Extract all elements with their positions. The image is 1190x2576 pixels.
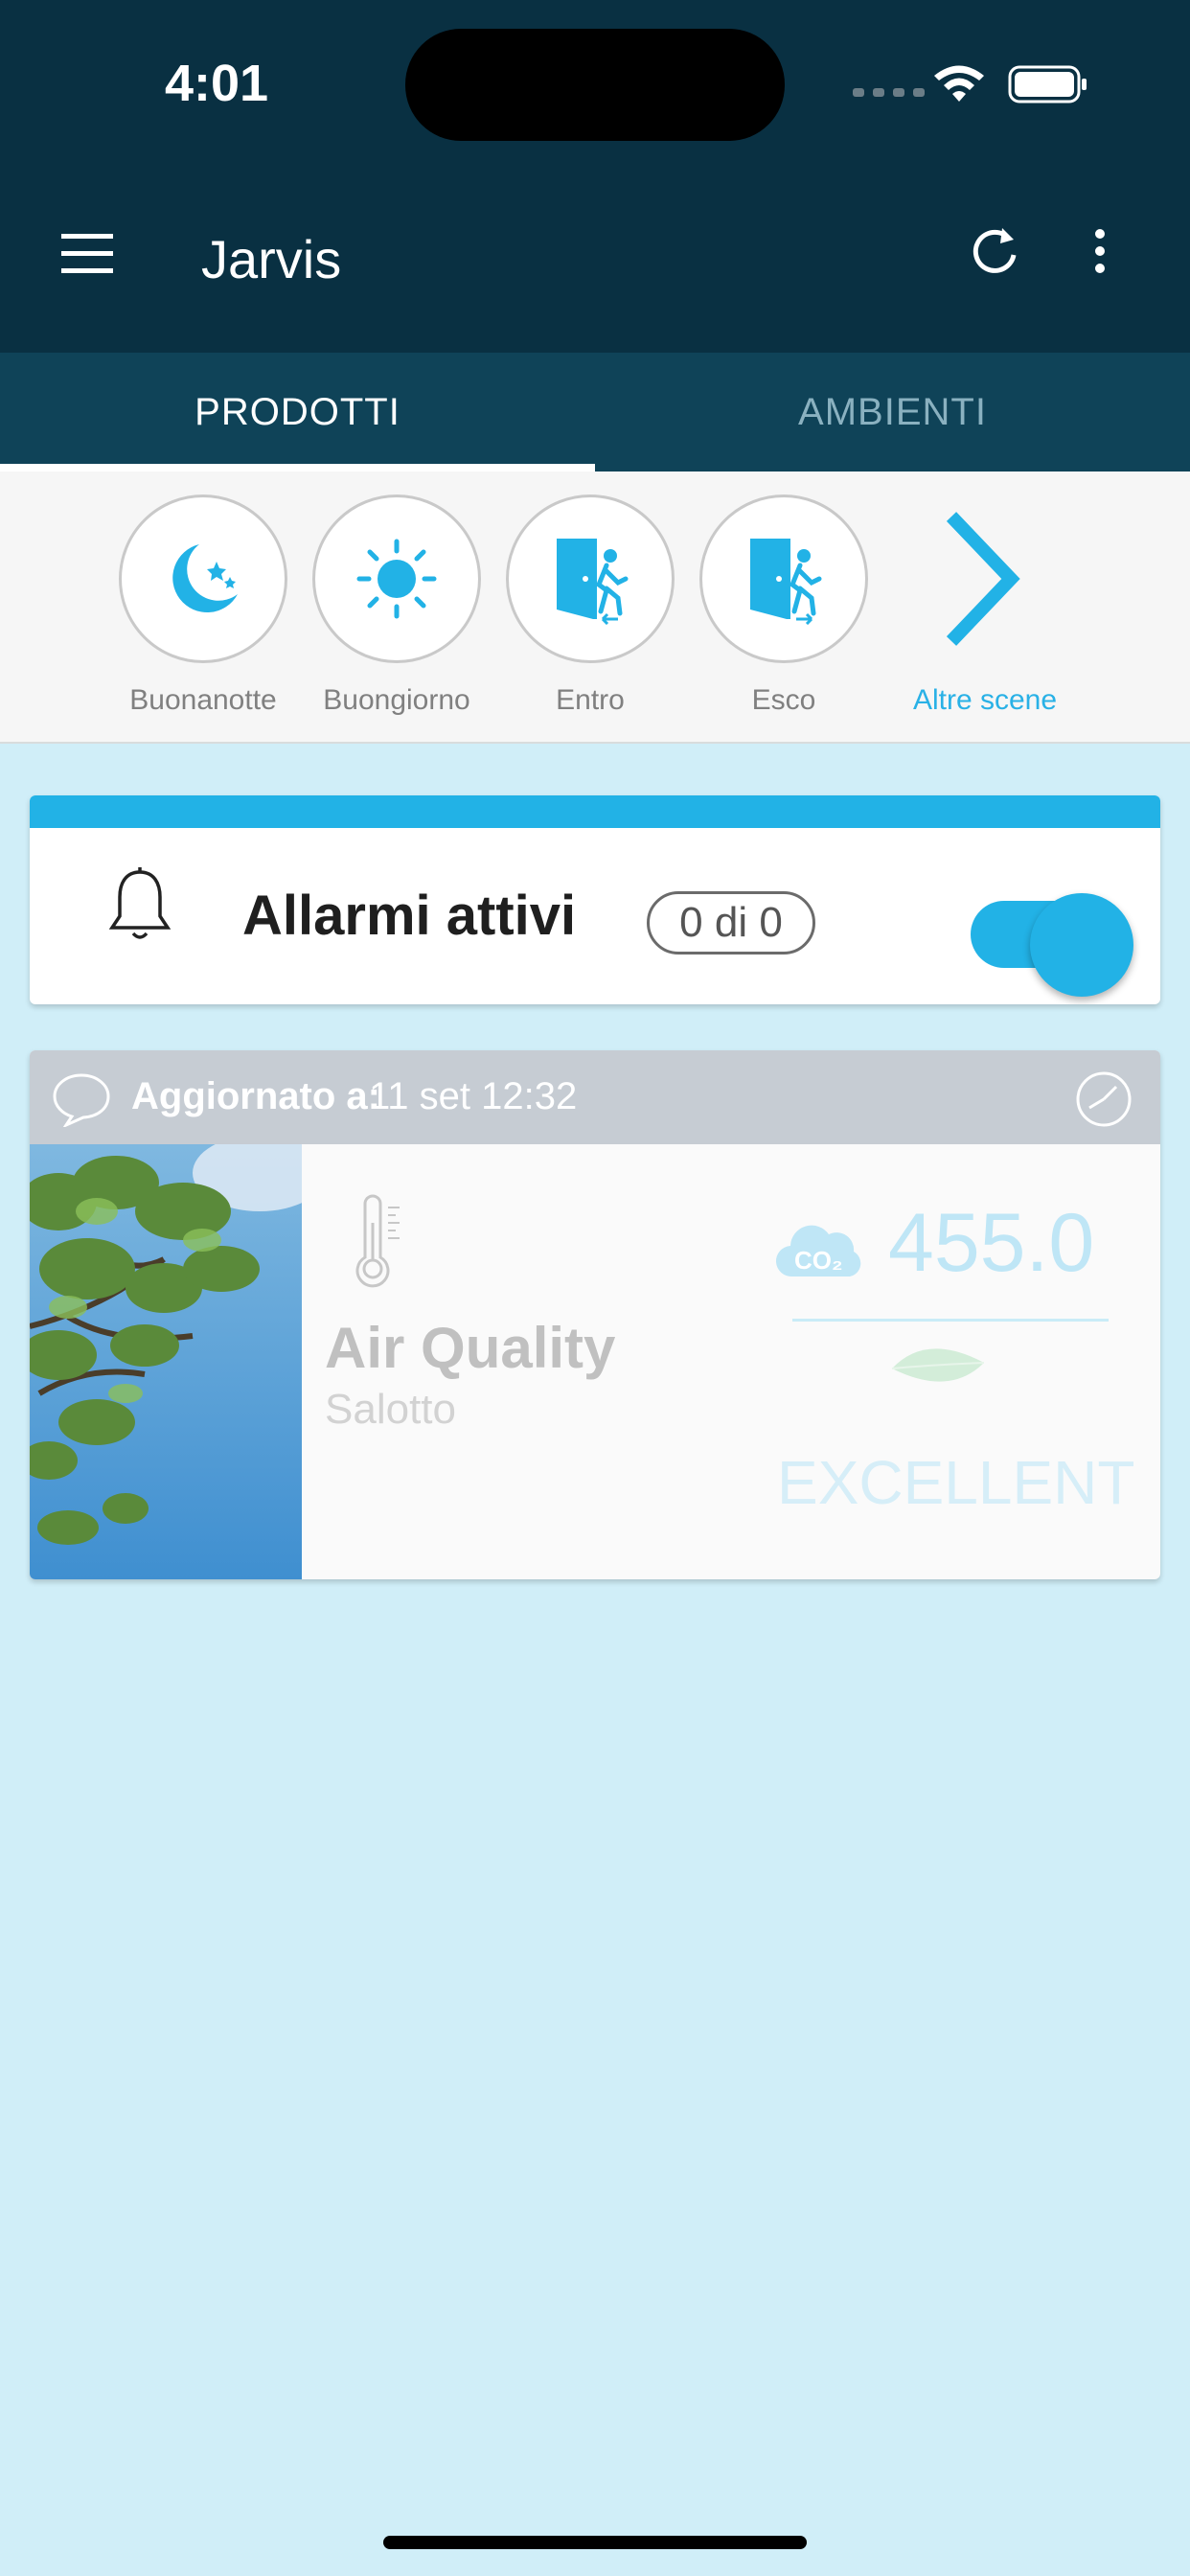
- more-options-icon[interactable]: [1083, 222, 1117, 280]
- co2-label: CO₂: [794, 1246, 843, 1275]
- home-indicator: [383, 2536, 807, 2549]
- device-name: Air Quality: [325, 1316, 616, 1380]
- more-scenes-button[interactable]: [901, 494, 1069, 663]
- scene-button[interactable]: [506, 494, 675, 663]
- chat-bubble-icon: [53, 1073, 110, 1127]
- scene-label: Buonanotte: [129, 684, 277, 716]
- co2-value: 455.0: [888, 1197, 1095, 1289]
- scene-esco[interactable]: Esco: [698, 494, 870, 717]
- updated-label: Aggiornato a:: [131, 1075, 380, 1117]
- updated-timestamp: 11 set 12:32: [369, 1075, 578, 1117]
- chevron-right-icon: [946, 512, 1020, 646]
- divider-line: [792, 1319, 1109, 1322]
- cellular-signal-icon: [853, 88, 925, 97]
- sun-icon: [356, 539, 437, 619]
- moon-stars-icon: [172, 544, 238, 613]
- status-time: 4:01: [165, 55, 269, 112]
- refresh-icon[interactable]: [966, 222, 1023, 280]
- alarms-title: Allarmi attivi: [242, 885, 577, 947]
- active-tab-indicator: [0, 464, 595, 472]
- toggle-knob: [1030, 893, 1133, 997]
- scene-label: Entro: [556, 684, 625, 716]
- tab-label: AMBIENTI: [798, 390, 987, 433]
- card-accent-stripe: [30, 795, 1160, 828]
- air-quality-status: EXCELLENT: [777, 1448, 1135, 1517]
- app-title: Jarvis: [201, 229, 342, 289]
- card-header: Aggiornato a: 11 set 12:32: [30, 1050, 1160, 1144]
- tab-ambienti[interactable]: AMBIENTI: [595, 353, 1190, 472]
- scene-button[interactable]: [699, 494, 868, 663]
- scene-button[interactable]: [119, 494, 287, 663]
- device-room: Salotto: [325, 1386, 456, 1433]
- room-photo-tree-image: [30, 1144, 302, 1579]
- leaf-icon: [891, 1348, 985, 1382]
- scenes-bar: Buonanotte Buongiorno Entro Esco Altre s…: [0, 472, 1190, 744]
- thermometer-icon: [355, 1194, 400, 1288]
- battery-icon: [1008, 65, 1087, 104]
- scene-label: Esco: [751, 684, 816, 716]
- scene-altre-scene[interactable]: Altre scene: [899, 494, 1071, 717]
- scene-buongiorno[interactable]: Buongiorno: [310, 494, 483, 717]
- clock-icon[interactable]: [1074, 1070, 1133, 1129]
- scene-entro[interactable]: Entro: [504, 494, 676, 717]
- tab-label: PRODOTTI: [195, 390, 400, 433]
- scene-buonanotte[interactable]: Buonanotte: [117, 494, 289, 717]
- alarms-count-badge: 0 di 0: [647, 891, 815, 954]
- app-header: 4:01 Jarvis: [0, 0, 1190, 353]
- scene-button[interactable]: [312, 494, 481, 663]
- scene-label: Buongiorno: [323, 684, 470, 716]
- alarms-toggle[interactable]: [940, 862, 1143, 997]
- dynamic-island: [405, 29, 785, 141]
- door-enter-icon: [557, 539, 629, 625]
- wifi-icon: [934, 65, 984, 102]
- scene-label: Altre scene: [912, 684, 1058, 716]
- active-alarms-card: Allarmi attivi 0 di 0: [30, 795, 1160, 1004]
- co2-cloud-icon: CO₂: [775, 1225, 861, 1277]
- hamburger-menu-icon[interactable]: [57, 230, 115, 278]
- door-exit-icon: [750, 539, 822, 625]
- air-quality-card[interactable]: Aggiornato a: 11 set 12:32 Air Quality S…: [30, 1050, 1160, 1579]
- tab-prodotti[interactable]: PRODOTTI: [0, 353, 595, 472]
- bell-icon: [108, 867, 172, 939]
- tab-bar: PRODOTTI AMBIENTI: [0, 353, 1190, 472]
